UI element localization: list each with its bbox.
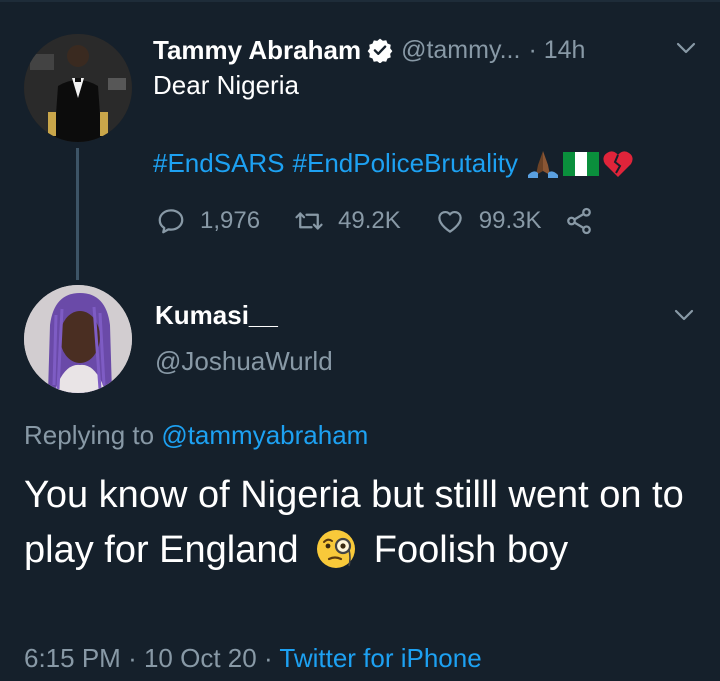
thread-connector-line — [76, 148, 79, 280]
chevron-down-icon[interactable] — [674, 36, 698, 60]
replying-to-line: Replying to @tammyabraham — [24, 420, 368, 451]
hashtag-endsars[interactable]: #EndSARS — [153, 148, 285, 179]
emoji-group — [526, 149, 634, 179]
like-button[interactable]: 99.3K — [435, 206, 542, 236]
reply-button[interactable]: 1,976 — [156, 206, 260, 236]
tweet-metadata: 6:15 PM · 10 Oct 20 · Twitter for iPhone — [24, 643, 482, 674]
broken-heart-icon — [603, 150, 633, 177]
hashtag-line: #EndSARS #EndPoliceBrutality — [153, 148, 634, 179]
retweet-icon — [295, 212, 323, 230]
retweet-count: 49.2K — [338, 207, 401, 234]
tweet-actions: 1,976 49.2K 99.3K — [156, 203, 594, 239]
reply-author-name[interactable]: Kumasi__ — [155, 300, 278, 331]
author-handle[interactable]: @tammy... — [401, 36, 520, 65]
tweet-time: · 14h — [528, 35, 586, 64]
praying-hands-icon — [528, 150, 558, 178]
parent-tweet-header: Tammy Abraham @tammy... · 14h — [153, 32, 698, 68]
reply-chevron-down-icon[interactable] — [672, 303, 696, 327]
reply-text-part-2: Foolish boy — [373, 529, 569, 571]
hashtag-endpolicebrutality[interactable]: #EndPoliceBrutality — [293, 148, 518, 179]
face-with-monocle-icon — [317, 530, 356, 568]
meta-separator: · — [128, 643, 137, 673]
meta-separator-2: · — [263, 643, 273, 673]
reply-tweet-text: You know of Nigeria but stilll went on t… — [24, 468, 704, 578]
reply-avatar-photo — [24, 285, 132, 393]
reply-icon — [158, 209, 184, 234]
client-link[interactable]: Twitter for iPhone — [279, 643, 481, 673]
like-count: 99.3K — [478, 207, 542, 234]
tweet-date: 10 Oct 20 — [143, 643, 257, 673]
top-divider — [0, 0, 720, 2]
reply-author-handle[interactable]: @JoshuaWurld — [155, 346, 333, 377]
retweet-button[interactable]: 49.2K — [294, 206, 401, 236]
share-button[interactable] — [564, 206, 594, 236]
reply-count: 1,976 — [200, 207, 261, 234]
mention-link[interactable]: @tammyabraham — [161, 420, 368, 450]
author-name[interactable]: Tammy Abraham — [153, 35, 361, 66]
tweet-text: Dear Nigeria — [153, 70, 299, 100]
avatar-photo — [24, 34, 132, 142]
verified-badge-icon — [367, 38, 393, 63]
replying-to-label: Replying to — [24, 420, 155, 450]
heart-icon — [438, 210, 462, 233]
share-icon — [566, 207, 591, 235]
nigeria-flag-icon — [563, 151, 599, 176]
reply-avatar[interactable] — [24, 285, 132, 393]
tweet-timestamp: 6:15 PM — [24, 643, 121, 673]
avatar[interactable] — [24, 34, 132, 142]
